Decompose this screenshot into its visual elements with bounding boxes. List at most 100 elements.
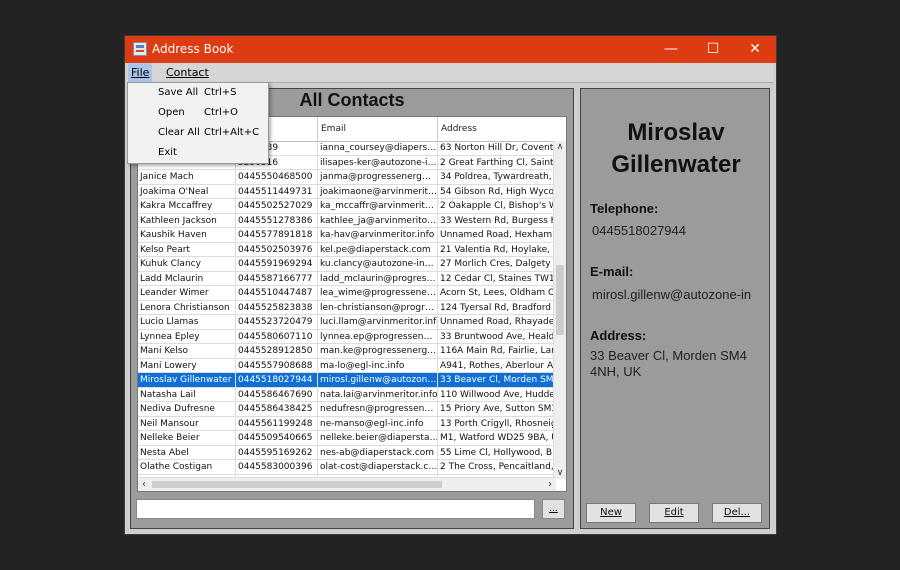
cell-telephone: 0445583000396	[236, 460, 318, 474]
search-input[interactable]	[136, 499, 535, 519]
cell-address: 27 Morlich Cres, Dalgety B	[440, 259, 556, 269]
new-button[interactable]: New	[586, 503, 636, 523]
email-value: mirosl.gillenw@autozone-in	[592, 287, 752, 302]
table-row[interactable]: Lucio Llamas 0445523720479 luci.llam@arvin…	[138, 315, 556, 330]
menu-item-shortcut: Ctrl+Alt+C	[204, 127, 260, 138]
cell-address: 54 Gibson Rd, High Wycom	[440, 186, 556, 197]
table-row[interactable]: Mani Kelso 0445528912850 man.ke@progressen…	[138, 344, 556, 359]
cell-name: Nelleke Beier	[138, 431, 236, 445]
menu-item-label: Clear All	[158, 127, 200, 138]
address-value: 33 Beaver Cl, Morden SM4 4NH, UK	[590, 348, 747, 379]
table-row[interactable]: Mani Lowery 0445557908688 ma-lo@egl-inc.in…	[138, 358, 556, 373]
browse-button[interactable]: ...	[542, 499, 565, 519]
cell-email: kathlee_ja@arvinmerito…	[320, 213, 438, 228]
cell-email: lynnea.ep@progressen…	[318, 329, 438, 344]
cell-telephone: 0445528912850	[236, 344, 318, 358]
table-row[interactable]: Janice Mach 0445550468500 janma@progressen…	[138, 170, 556, 185]
table-row[interactable]: Ladd Mclaurin 0445587166777 ladd_mclaurin@…	[138, 271, 556, 286]
cell-address: 2 The Cross, Pencaitland, T	[440, 462, 556, 472]
cell-email: janma@progressenerg…	[318, 170, 438, 184]
menu-item-shortcut: Ctrl+S	[204, 87, 237, 98]
vertical-scrollbar[interactable]: ∧ ∨	[553, 141, 566, 479]
menu-item-exit[interactable]: Exit	[128, 143, 268, 163]
cell-address: 63 Norton Hill Dr, Coventry	[440, 143, 556, 153]
table-row[interactable]: Leander Wimer 0445510447487 lea_wime@progr…	[138, 286, 556, 301]
email-label: E-mail:	[590, 264, 634, 279]
cell-email: nedufresn@progressen…	[318, 402, 438, 416]
contact-menu[interactable]: Contact	[163, 63, 212, 82]
cell-address: Unnamed Road, Hexham NE	[440, 230, 556, 240]
cell-address: A941, Rothes, Aberlour AB	[440, 360, 556, 371]
table-row[interactable]: Kathleen Jackson 0445551278386 kathlee_ja@…	[138, 213, 556, 228]
horizontal-scroll-thumb[interactable]	[152, 481, 442, 488]
cell-address: 13 Porth Crigyll, Rhosneigr	[440, 418, 556, 429]
table-row[interactable]: Joakima O'Neal 0445511449731 joakimaone@ar…	[138, 184, 556, 199]
window-title: Address Book	[152, 42, 234, 56]
cell-name: Natasha Lail	[138, 387, 236, 402]
edit-button[interactable]: Edit	[649, 503, 699, 523]
table-row[interactable]: Lynnea Epley 0445580607110 lynnea.ep@progr…	[138, 329, 556, 344]
cell-telephone: 0445510447487	[236, 286, 318, 300]
cell-email: man.ke@progressenerg…	[320, 344, 438, 358]
cell-email: ladd_mclaurin@progres…	[318, 271, 438, 286]
cell-telephone: 0445525823838	[236, 300, 318, 315]
cell-telephone: 0445509540665	[236, 431, 318, 445]
cell-name: Kelso Peart	[138, 242, 236, 257]
menu-item-shortcut: Ctrl+O	[204, 107, 239, 118]
cell-address: Acorn St, Lees, Oldham OL	[440, 288, 556, 298]
address-book-window: Address Book — ☐ ✕ File Contact All Cont…	[125, 36, 776, 534]
close-button[interactable]: ✕	[734, 36, 776, 63]
table-row[interactable]: Nesta Abel 0445595169262 nes-ab@diaperstac…	[138, 445, 556, 460]
cell-telephone: 0445561199248	[236, 416, 318, 431]
cell-name: Kakra Mccaffrey	[138, 199, 236, 213]
table-row[interactable]: Neil Mansour 0445561199248 ne-manso@egl-in…	[138, 416, 556, 431]
cell-email: lea_wime@progressene…	[318, 286, 438, 300]
column-header-address[interactable]: Address	[438, 117, 556, 141]
minimize-button[interactable]: —	[650, 36, 692, 63]
menu-item-open[interactable]: Open Ctrl+O	[128, 103, 268, 123]
cell-address: M1, Watford WD25 9BA, U	[440, 433, 556, 443]
cell-email: ne-manso@egl-inc.info	[318, 416, 438, 431]
horizontal-scrollbar[interactable]: ‹ ›	[138, 477, 556, 491]
table-row[interactable]: Miroslav Gillenwater 0445518027944 mirosl.…	[138, 373, 556, 388]
cell-telephone: 0445557908688	[236, 358, 318, 373]
table-row[interactable]: Kelso Peart 0445502503976 kel.pe@diapersta…	[138, 242, 556, 257]
table-row[interactable]: Nediva Dufresne 0445586438425 nedufresn@pr…	[138, 402, 556, 417]
table-row[interactable]: Kaushik Haven 0445577891818 ka-hav@arvinme…	[138, 228, 556, 243]
cell-name: Miroslav Gillenwater	[138, 373, 236, 387]
vertical-scroll-thumb[interactable]	[556, 265, 564, 335]
cell-address: 2 Oakapple Cl, Bishop's Wo	[440, 201, 556, 211]
table-row[interactable]: Kuhuk Clancy 0445591969294 ku.clancy@autoz…	[138, 257, 556, 272]
menu-item-label: Open	[158, 107, 185, 118]
cell-telephone: 0445577891818	[236, 228, 318, 242]
table-row[interactable]: Olathe Costigan 0445583000396 olat-cost@di…	[138, 460, 556, 475]
file-menu[interactable]: File	[128, 63, 153, 82]
scroll-right-icon[interactable]: ›	[544, 478, 556, 491]
cell-email: ka-hav@arvinmeritor.info	[318, 228, 438, 242]
menu-item-save-all[interactable]: Save All Ctrl+S	[128, 83, 268, 103]
cell-name: Lenora Christianson	[138, 300, 236, 315]
cell-email: nelleke.beier@diapersta…	[320, 431, 438, 445]
cell-name: Nediva Dufresne	[138, 402, 236, 416]
cell-email: ianna_coursey@diapers…	[320, 141, 438, 155]
cell-name: Ladd Mclaurin	[138, 271, 236, 286]
table-row[interactable]: Natasha Lail 0445586467690 nata.lai@arvinm…	[138, 387, 556, 402]
title-bar[interactable]: Address Book — ☐ ✕	[125, 36, 776, 63]
scroll-left-icon[interactable]: ‹	[138, 478, 150, 491]
telephone-value: 0445518027944	[592, 223, 686, 238]
column-header-email[interactable]: Email	[318, 117, 438, 141]
cell-address: 34 Poldrea, Tywardreath, Pa	[440, 172, 556, 182]
menu-item-clear-all[interactable]: Clear All Ctrl+Alt+C	[128, 123, 268, 143]
cell-address: 116A Main Rd, Fairlie, Larg	[440, 346, 556, 356]
table-row[interactable]: Nelleke Beier 0445509540665 nelleke.beier@…	[138, 431, 556, 446]
scroll-up-icon[interactable]: ∧	[554, 141, 566, 153]
table-row[interactable]: Lenora Christianson 0445525823838 len-chri…	[138, 300, 556, 315]
table-row[interactable]: Kakra Mccaffrey 0445502527029 ka_mccaffr@a…	[138, 199, 556, 214]
cell-telephone: 0445595169262	[236, 445, 318, 460]
maximize-button[interactable]: ☐	[692, 36, 734, 63]
cell-address: Unnamed Road, Rhayader	[440, 317, 556, 327]
delete-button[interactable]: Del...	[712, 503, 762, 523]
cell-name: Kaushik Haven	[138, 228, 236, 242]
cell-email: luci.llam@arvinmeritor.info	[320, 315, 438, 329]
cell-telephone: 0445587166777	[236, 271, 318, 286]
